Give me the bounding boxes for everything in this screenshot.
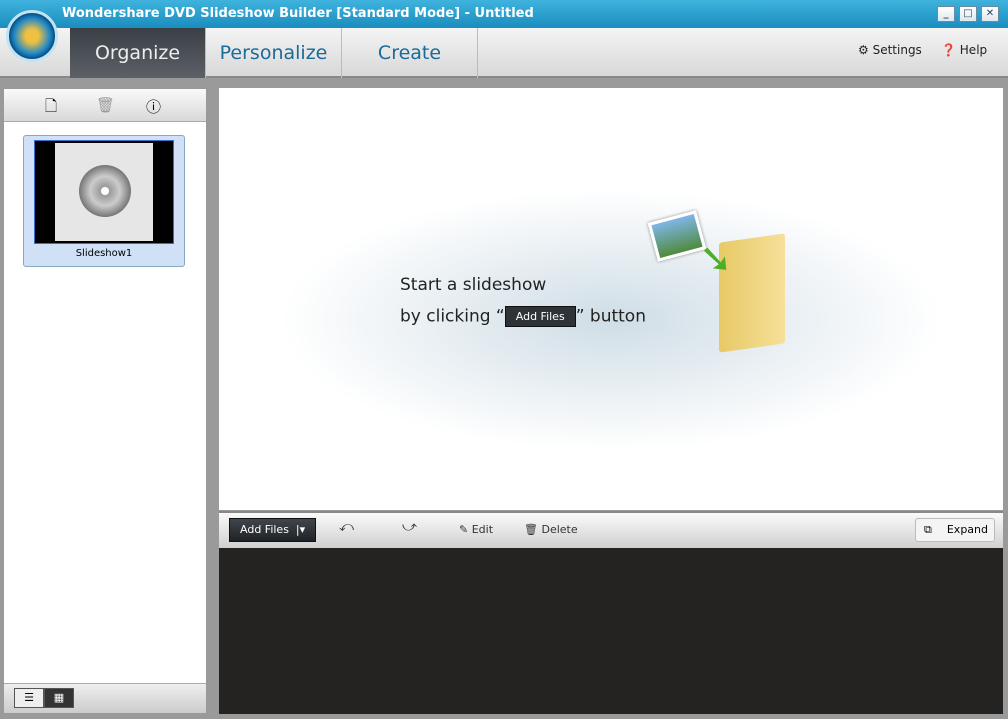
delete-label: Delete [541,523,578,536]
help-icon: ❓ [941,43,956,57]
trash-icon[interactable]: 🗑 [96,96,115,114]
edit-label: Edit [471,523,494,536]
gear-icon: ⚙ [858,43,869,57]
panel-toolbar: 🗋 🗑 ⓘ [4,89,206,122]
minimize-button[interactable]: _ [937,6,955,22]
tab-organize[interactable]: Organize [70,28,206,78]
maximize-button[interactable]: □ [959,6,977,22]
rotate-right-icon[interactable]: ⤻ [402,519,417,535]
hint-line-2: by clicking “Add Files” button [400,306,646,327]
title-bar: Wondershare DVD Slideshow Builder [Stand… [0,0,1008,28]
slideshow-panel: 🗋 🗑 ⓘ Slideshow1 ☰ ▦ [3,88,207,714]
hint-add-files-button: Add Files [504,306,576,327]
expand-button[interactable]: ⧉ Expand [915,518,995,542]
main-nav: Organize Personalize Create ⚙ Settings ❓… [0,28,1008,78]
view-toggle-bar: ☰ ▦ [4,683,206,713]
expand-label: Expand [946,523,988,536]
slideshow-label: Slideshow1 [75,248,133,259]
app-logo[interactable] [6,10,58,62]
film-reel-image [34,140,174,244]
rotate-left-icon[interactable]: ⤺ [339,519,354,535]
storyboard-toolbar: Add Files |▾ ⤺ ⤻ ✎ Edit 🗑 Delete ⧉ Expand [219,511,1003,548]
slideshow-thumbnail[interactable]: Slideshow1 [23,135,185,267]
add-slideshow-icon[interactable]: 🗋 [45,96,57,121]
help-button[interactable]: ❓ Help [941,43,987,57]
pencil-icon: ✎ [459,523,469,536]
trash-icon: 🗑 [524,523,538,536]
close-button[interactable]: ✕ [981,6,999,22]
delete-button[interactable]: 🗑 Delete [524,523,578,536]
info-icon[interactable]: ⓘ [146,96,161,117]
settings-button[interactable]: ⚙ Settings [858,43,922,57]
expand-icon: ⧉ [924,523,932,536]
window-title: Wondershare DVD Slideshow Builder [Stand… [62,6,534,21]
settings-label: Settings [872,43,922,57]
hint-suffix: ” button [575,306,646,327]
hint-prefix: by clicking “ [400,306,505,327]
grid-view-icon[interactable]: ▦ [44,688,74,708]
list-view-icon[interactable]: ☰ [14,688,44,708]
add-files-label: Add Files [240,523,289,536]
help-label: Help [959,43,988,57]
add-files-button[interactable]: Add Files |▾ [229,518,317,542]
hint-line-1: Start a slideshow [400,275,547,295]
edit-button[interactable]: ✎ Edit [459,523,493,536]
tab-personalize[interactable]: Personalize [206,28,342,78]
tab-create[interactable]: Create [342,28,478,78]
photo-icon [647,210,707,262]
preview-stage: Start a slideshow by clicking “Add Files… [219,88,1003,510]
storyboard-area[interactable] [219,548,1003,714]
arrow-icon: ➘ [699,236,733,282]
